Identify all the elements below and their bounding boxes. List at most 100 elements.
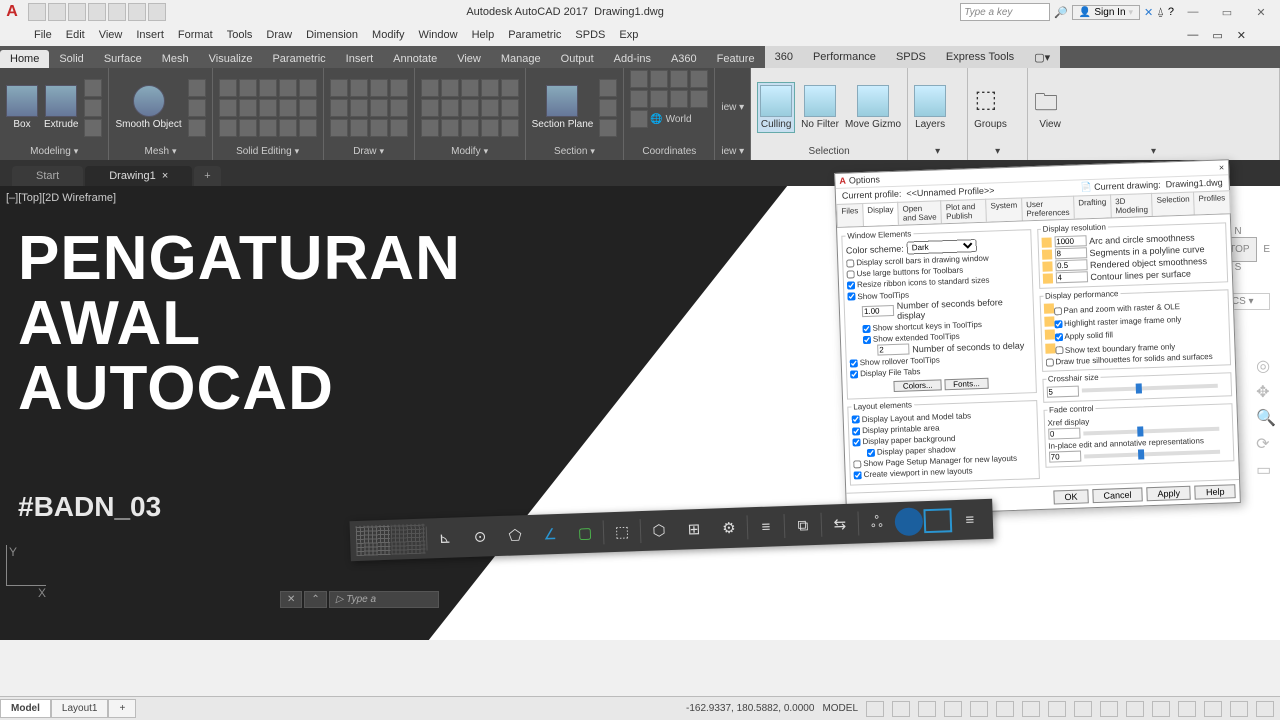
hardware-accel-icon[interactable]: ஃ — [859, 507, 894, 538]
menu-dimension[interactable]: Dimension — [306, 29, 358, 41]
cmd-close-icon[interactable]: ✕ — [280, 591, 302, 608]
loft-icon[interactable] — [84, 99, 102, 117]
tab-drawing1[interactable]: Drawing1 × — [85, 166, 192, 186]
cycling-icon[interactable]: ⇆ — [822, 509, 857, 540]
fonts-button[interactable]: Fonts... — [944, 377, 989, 390]
tab-bim[interactable]: ▢▾ — [1024, 48, 1060, 67]
sb-trans-icon[interactable] — [1048, 701, 1066, 717]
tab-addins[interactable]: Add-ins — [604, 50, 661, 68]
xref-slider[interactable] — [1083, 426, 1220, 435]
sb-grid-icon[interactable] — [866, 701, 884, 717]
otab-selection[interactable]: Selection — [1151, 191, 1195, 215]
otab-files[interactable]: Files — [836, 203, 864, 227]
menu-draw[interactable]: Draw — [266, 29, 292, 41]
revolve-icon[interactable] — [84, 79, 102, 97]
viewport-label[interactable]: [–][Top][2D Wireframe] — [6, 192, 116, 204]
world-ucs[interactable]: 🌐 World — [650, 114, 691, 125]
grid-snap-icon[interactable] — [391, 524, 426, 555]
polar-icon[interactable]: ⊙ — [463, 521, 498, 552]
otab-open-save[interactable]: Open and Save — [897, 200, 942, 225]
sb-ann-icon[interactable] — [1126, 701, 1144, 717]
menu-spds[interactable]: SPDS — [575, 29, 605, 41]
dyn-input-icon[interactable]: ⊞ — [676, 514, 711, 545]
tab-close-icon[interactable]: × — [162, 170, 168, 182]
app-share-icon[interactable]: ⍙ — [1157, 6, 1164, 19]
sweep-icon[interactable] — [84, 119, 102, 137]
nav-orbit-icon[interactable]: ⟳ — [1256, 434, 1276, 454]
inplace-slider[interactable] — [1084, 450, 1221, 459]
qat-open-icon[interactable] — [48, 3, 66, 21]
doc-restore-icon[interactable]: ▭ — [1212, 29, 1222, 42]
menu-tools[interactable]: Tools — [227, 29, 253, 41]
menu-express[interactable]: Exp — [619, 29, 638, 41]
section-plane-button[interactable]: Section Plane — [532, 85, 594, 130]
search-icon[interactable]: 🔎 — [1054, 6, 1068, 19]
ortho-icon[interactable]: ⊾ — [428, 522, 463, 553]
otab-system[interactable]: System — [985, 197, 1022, 221]
nav-wheel-icon[interactable]: ◎ — [1256, 356, 1276, 376]
sb-max-icon[interactable] — [1204, 701, 1222, 717]
gear-icon[interactable]: ⚙ — [711, 512, 746, 543]
cmd-input[interactable]: ▷ Type a — [329, 591, 439, 608]
layout1-tab[interactable]: Layout1 — [51, 699, 109, 718]
menu-insert[interactable]: Insert — [136, 29, 164, 41]
sb-ws-icon[interactable] — [1152, 701, 1170, 717]
otab-display[interactable]: Display — [862, 202, 899, 226]
mesh-1-icon[interactable] — [188, 79, 206, 97]
sb-ortho-icon[interactable] — [918, 701, 936, 717]
menu-edit[interactable]: Edit — [66, 29, 85, 41]
menu-parametric[interactable]: Parametric — [508, 29, 561, 41]
move-gizmo-button[interactable]: Move Gizmo — [845, 85, 901, 130]
command-line[interactable]: ✕ ⌃ ▷ Type a — [280, 588, 439, 610]
window-close-icon[interactable]: ✕ — [1246, 6, 1276, 19]
rendered-smoothness-input[interactable] — [1055, 259, 1087, 271]
tab-annotate[interactable]: Annotate — [383, 50, 447, 68]
ok-button[interactable]: OK — [1053, 489, 1088, 504]
otab-profiles[interactable]: Profiles — [1193, 190, 1230, 214]
menu-view[interactable]: View — [99, 29, 123, 41]
apply-button[interactable]: Apply — [1146, 485, 1191, 501]
inplace-input[interactable] — [1048, 451, 1080, 463]
clean-screen-icon[interactable] — [923, 508, 952, 533]
signin-button[interactable]: 👤Sign In▾ — [1072, 5, 1140, 20]
view-button[interactable]: 🗀View — [1034, 85, 1066, 130]
tab-360[interactable]: 360 — [765, 48, 803, 66]
polyline-segments-input[interactable] — [1054, 247, 1086, 259]
doc-min-icon[interactable]: — — [1187, 29, 1198, 41]
mesh-2-icon[interactable] — [188, 99, 206, 117]
sb-cust-icon[interactable] — [1256, 701, 1274, 717]
tab-visualize[interactable]: Visualize — [199, 50, 263, 68]
sb-otrack-icon[interactable] — [996, 701, 1014, 717]
sb-sc-icon[interactable] — [1100, 701, 1118, 717]
tooltip-seconds-input[interactable] — [862, 305, 894, 317]
options-close-icon[interactable]: × — [1219, 162, 1225, 172]
nav-pan-icon[interactable]: ✥ — [1256, 382, 1276, 402]
sb-lwt-icon[interactable] — [1022, 701, 1040, 717]
menu-file[interactable]: File — [34, 29, 52, 41]
box-button[interactable]: Box — [6, 85, 38, 130]
add-layout-icon[interactable]: + — [108, 699, 136, 718]
smooth-object-button[interactable]: Smooth Object — [115, 85, 181, 130]
sec-3-icon[interactable] — [599, 119, 617, 137]
model-space-label[interactable]: MODEL — [822, 703, 858, 714]
contour-lines-input[interactable] — [1055, 271, 1087, 283]
osnap-icon[interactable]: ∠ — [533, 519, 568, 550]
otrack-icon[interactable]: ⬚ — [605, 516, 640, 547]
menu-window[interactable]: Window — [418, 29, 457, 41]
tab-performance[interactable]: Performance — [803, 48, 886, 66]
tab-home[interactable]: Home — [0, 50, 49, 68]
exchange-icon[interactable]: ✕ — [1144, 6, 1153, 19]
tab-solid[interactable]: Solid — [49, 50, 93, 68]
sec-1-icon[interactable] — [599, 79, 617, 97]
tab-insert[interactable]: Insert — [336, 50, 384, 68]
tab-output[interactable]: Output — [551, 50, 604, 68]
nav-showmotion-icon[interactable]: ▭ — [1256, 460, 1276, 480]
sb-qp-icon[interactable] — [1074, 701, 1092, 717]
grid-display-icon[interactable] — [356, 525, 391, 556]
help-search-input[interactable]: Type a key — [960, 3, 1050, 21]
crosshair-slider[interactable] — [1081, 384, 1218, 393]
tab-featured[interactable]: Feature — [707, 50, 765, 68]
color-scheme-select[interactable]: Dark — [907, 239, 977, 254]
ucs-icon[interactable]: Y X — [6, 545, 46, 600]
otab-user[interactable]: User Preferences — [1021, 196, 1075, 221]
